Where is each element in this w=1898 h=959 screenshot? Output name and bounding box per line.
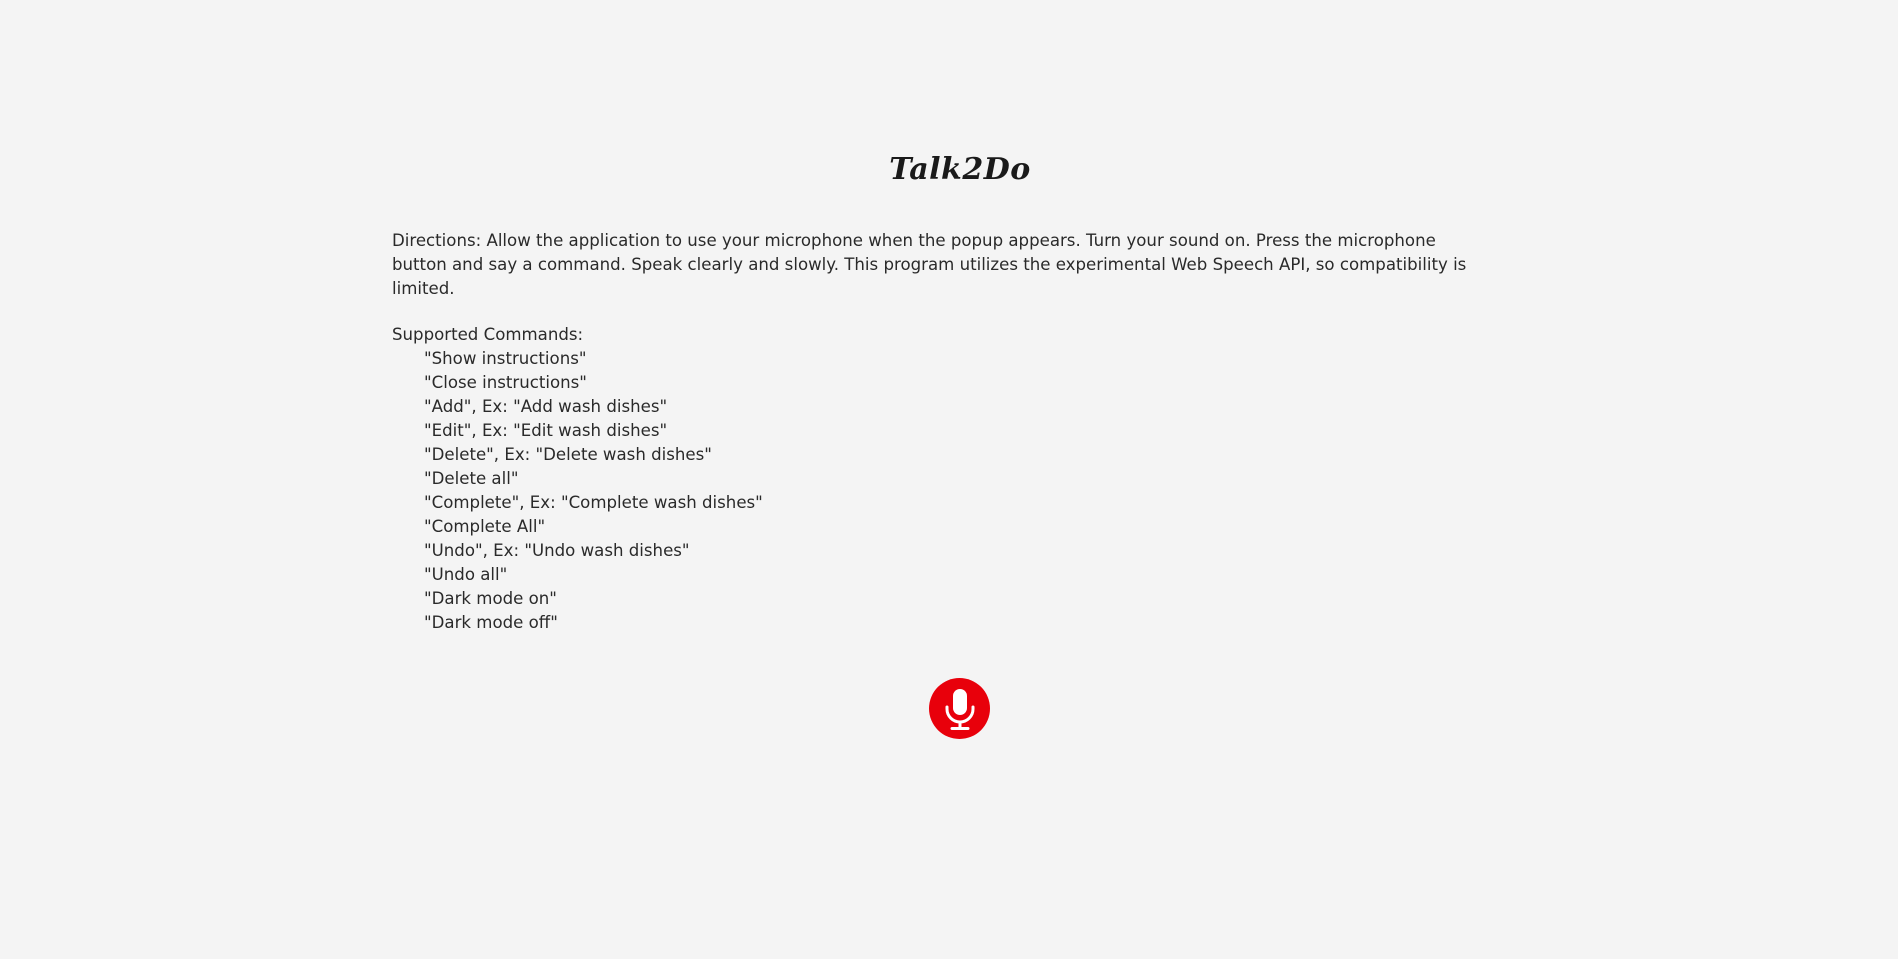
command-item: "Show instructions" (424, 349, 587, 368)
microphone-icon (943, 687, 977, 731)
command-item: "Complete", Ex: "Complete wash dishes" (424, 493, 763, 512)
app-page: Talk2Do Directions: Allow the applicatio… (0, 0, 1898, 959)
app-title: Talk2Do (889, 152, 1031, 187)
command-item: "Add", Ex: "Add wash dishes" (424, 397, 668, 416)
command-item: "Edit", Ex: "Edit wash dishes" (424, 421, 668, 440)
command-item: "Undo all" (424, 565, 508, 584)
command-item: "Complete All" (424, 517, 546, 536)
supported-commands-heading: Supported Commands: (392, 325, 584, 344)
directions-text: Directions: Allow the application to use… (392, 231, 1467, 298)
command-item: "Dark mode off" (424, 613, 558, 632)
microphone-button[interactable] (929, 678, 990, 739)
commands-list: "Show instructions" "Close instructions"… (392, 347, 1472, 635)
command-item: "Delete all" (424, 469, 519, 488)
instructions-panel: Directions: Allow the application to use… (392, 229, 1472, 635)
command-item: "Undo", Ex: "Undo wash dishes" (424, 541, 690, 560)
command-item: "Dark mode on" (424, 589, 557, 608)
command-item: "Close instructions" (424, 373, 587, 392)
command-item: "Delete", Ex: "Delete wash dishes" (424, 445, 712, 464)
